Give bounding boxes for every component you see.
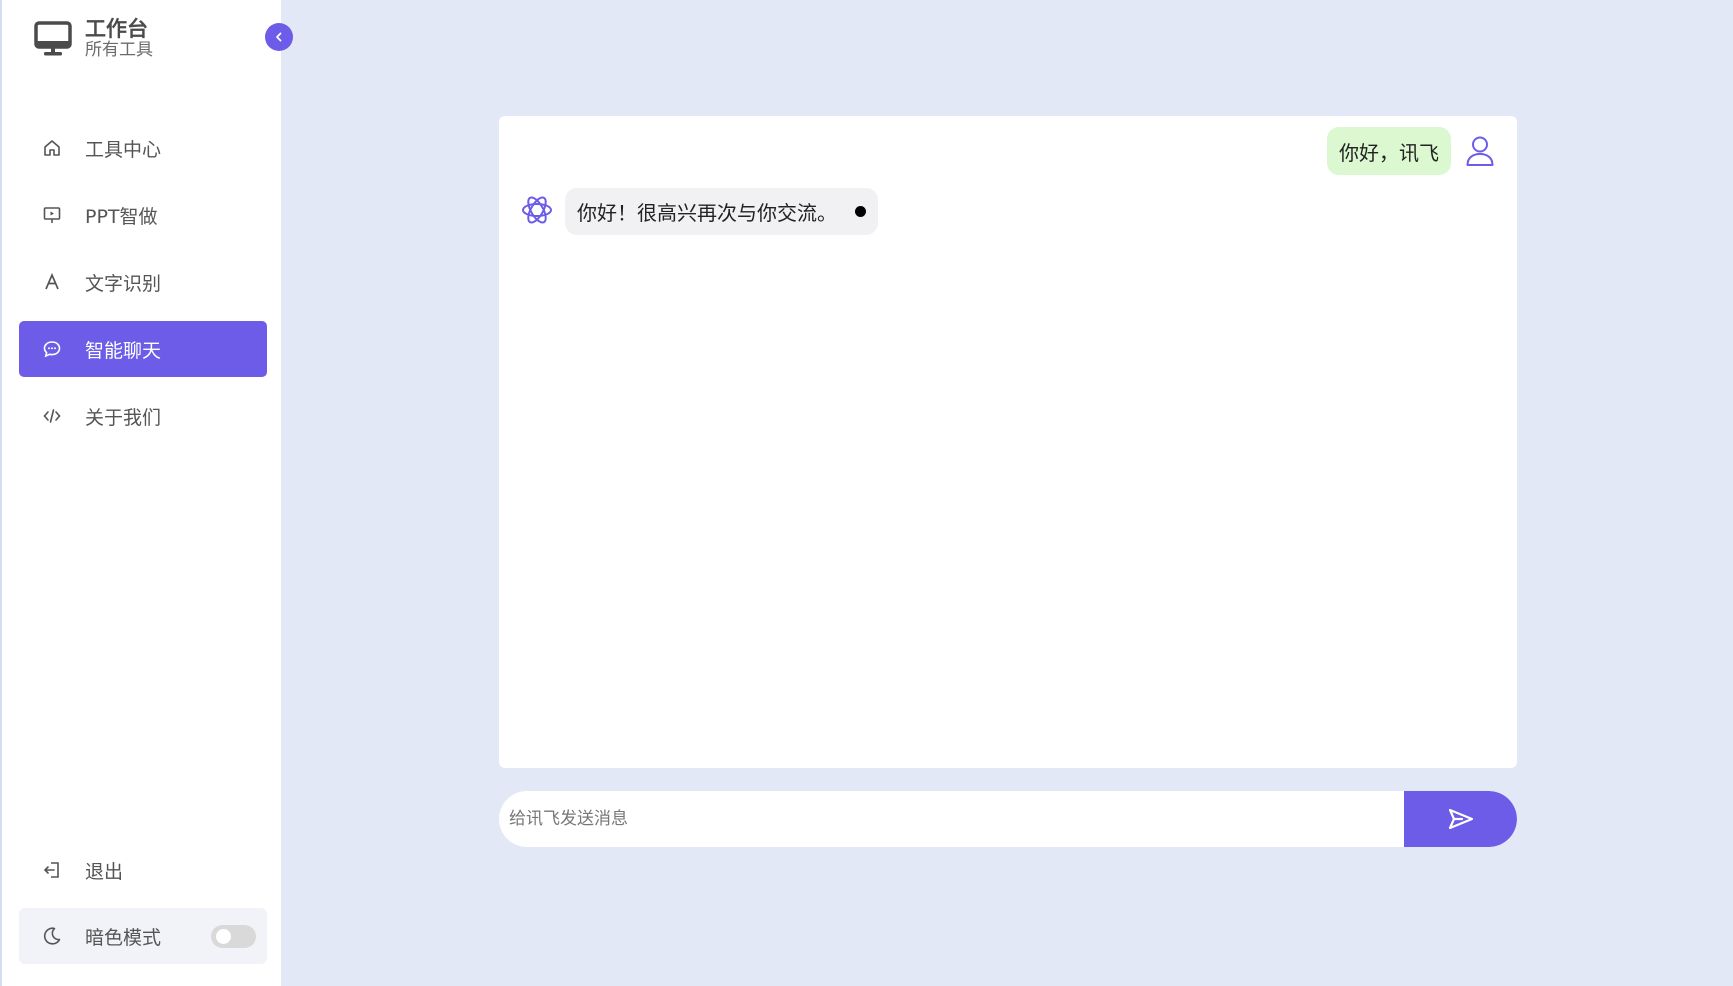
sidebar-item-chat[interactable]: 智能聊天 (19, 321, 267, 377)
assistant-message: 你好！很高兴再次与你交流。 (565, 188, 878, 235)
sidebar-item-ppt[interactable]: PPT智做 (19, 187, 267, 243)
chevron-left-icon (276, 32, 282, 42)
user-message-text: 你好，讯飞 (1339, 140, 1439, 165)
code-icon (41, 405, 63, 427)
composer (499, 791, 1517, 847)
chat-bubble-icon (41, 338, 63, 360)
dark-mode-toggle[interactable] (211, 925, 256, 948)
logout-icon (41, 859, 63, 881)
brand-subtitle: 所有工具 (85, 40, 153, 61)
monitor-icon (34, 21, 72, 56)
brand-title: 工作台 (85, 17, 148, 41)
logout-label: 退出 (85, 860, 124, 883)
typing-indicator (855, 206, 866, 217)
logout-button[interactable]: 退出 (19, 842, 267, 898)
sidebar-collapse-button[interactable] (265, 23, 293, 51)
sidebar-item-label: PPT智做 (85, 205, 158, 228)
moon-icon (41, 925, 63, 947)
send-icon (1448, 808, 1473, 830)
sidebar: 工作台 所有工具 工具中心 PPT智做 文字识别 智能聊天 关于我们 退出 暗色… (0, 0, 281, 986)
dark-mode-row: 暗色模式 (19, 908, 267, 964)
send-button[interactable] (1404, 791, 1517, 847)
message-input[interactable] (499, 791, 1404, 847)
assistant-message-text: 你好！很高兴再次与你交流。 (577, 201, 837, 225)
dark-mode-label: 暗色模式 (85, 926, 162, 949)
sidebar-item-about[interactable]: 关于我们 (19, 388, 267, 444)
brand: 工作台 所有工具 (34, 18, 153, 60)
sidebar-item-label: 工具中心 (85, 138, 162, 161)
assistant-avatar-icon (522, 196, 552, 224)
sidebar-item-ocr[interactable]: 文字识别 (19, 254, 267, 310)
sidebar-item-tool-center[interactable]: 工具中心 (19, 120, 267, 176)
sidebar-item-label: 文字识别 (85, 272, 162, 295)
sidebar-nav: 工具中心 PPT智做 文字识别 智能聊天 关于我们 (19, 120, 267, 455)
sidebar-item-label: 智能聊天 (85, 339, 162, 362)
home-icon (41, 137, 63, 159)
presentation-icon (41, 204, 63, 226)
sidebar-item-label: 关于我们 (85, 406, 162, 429)
letter-a-icon (41, 271, 63, 293)
chat-panel: 你好，讯飞 你好！很高兴再次与你交流。 (499, 116, 1517, 768)
user-message: 你好，讯飞 (1327, 127, 1451, 175)
toggle-knob (216, 929, 231, 944)
user-avatar-icon (1466, 136, 1494, 166)
